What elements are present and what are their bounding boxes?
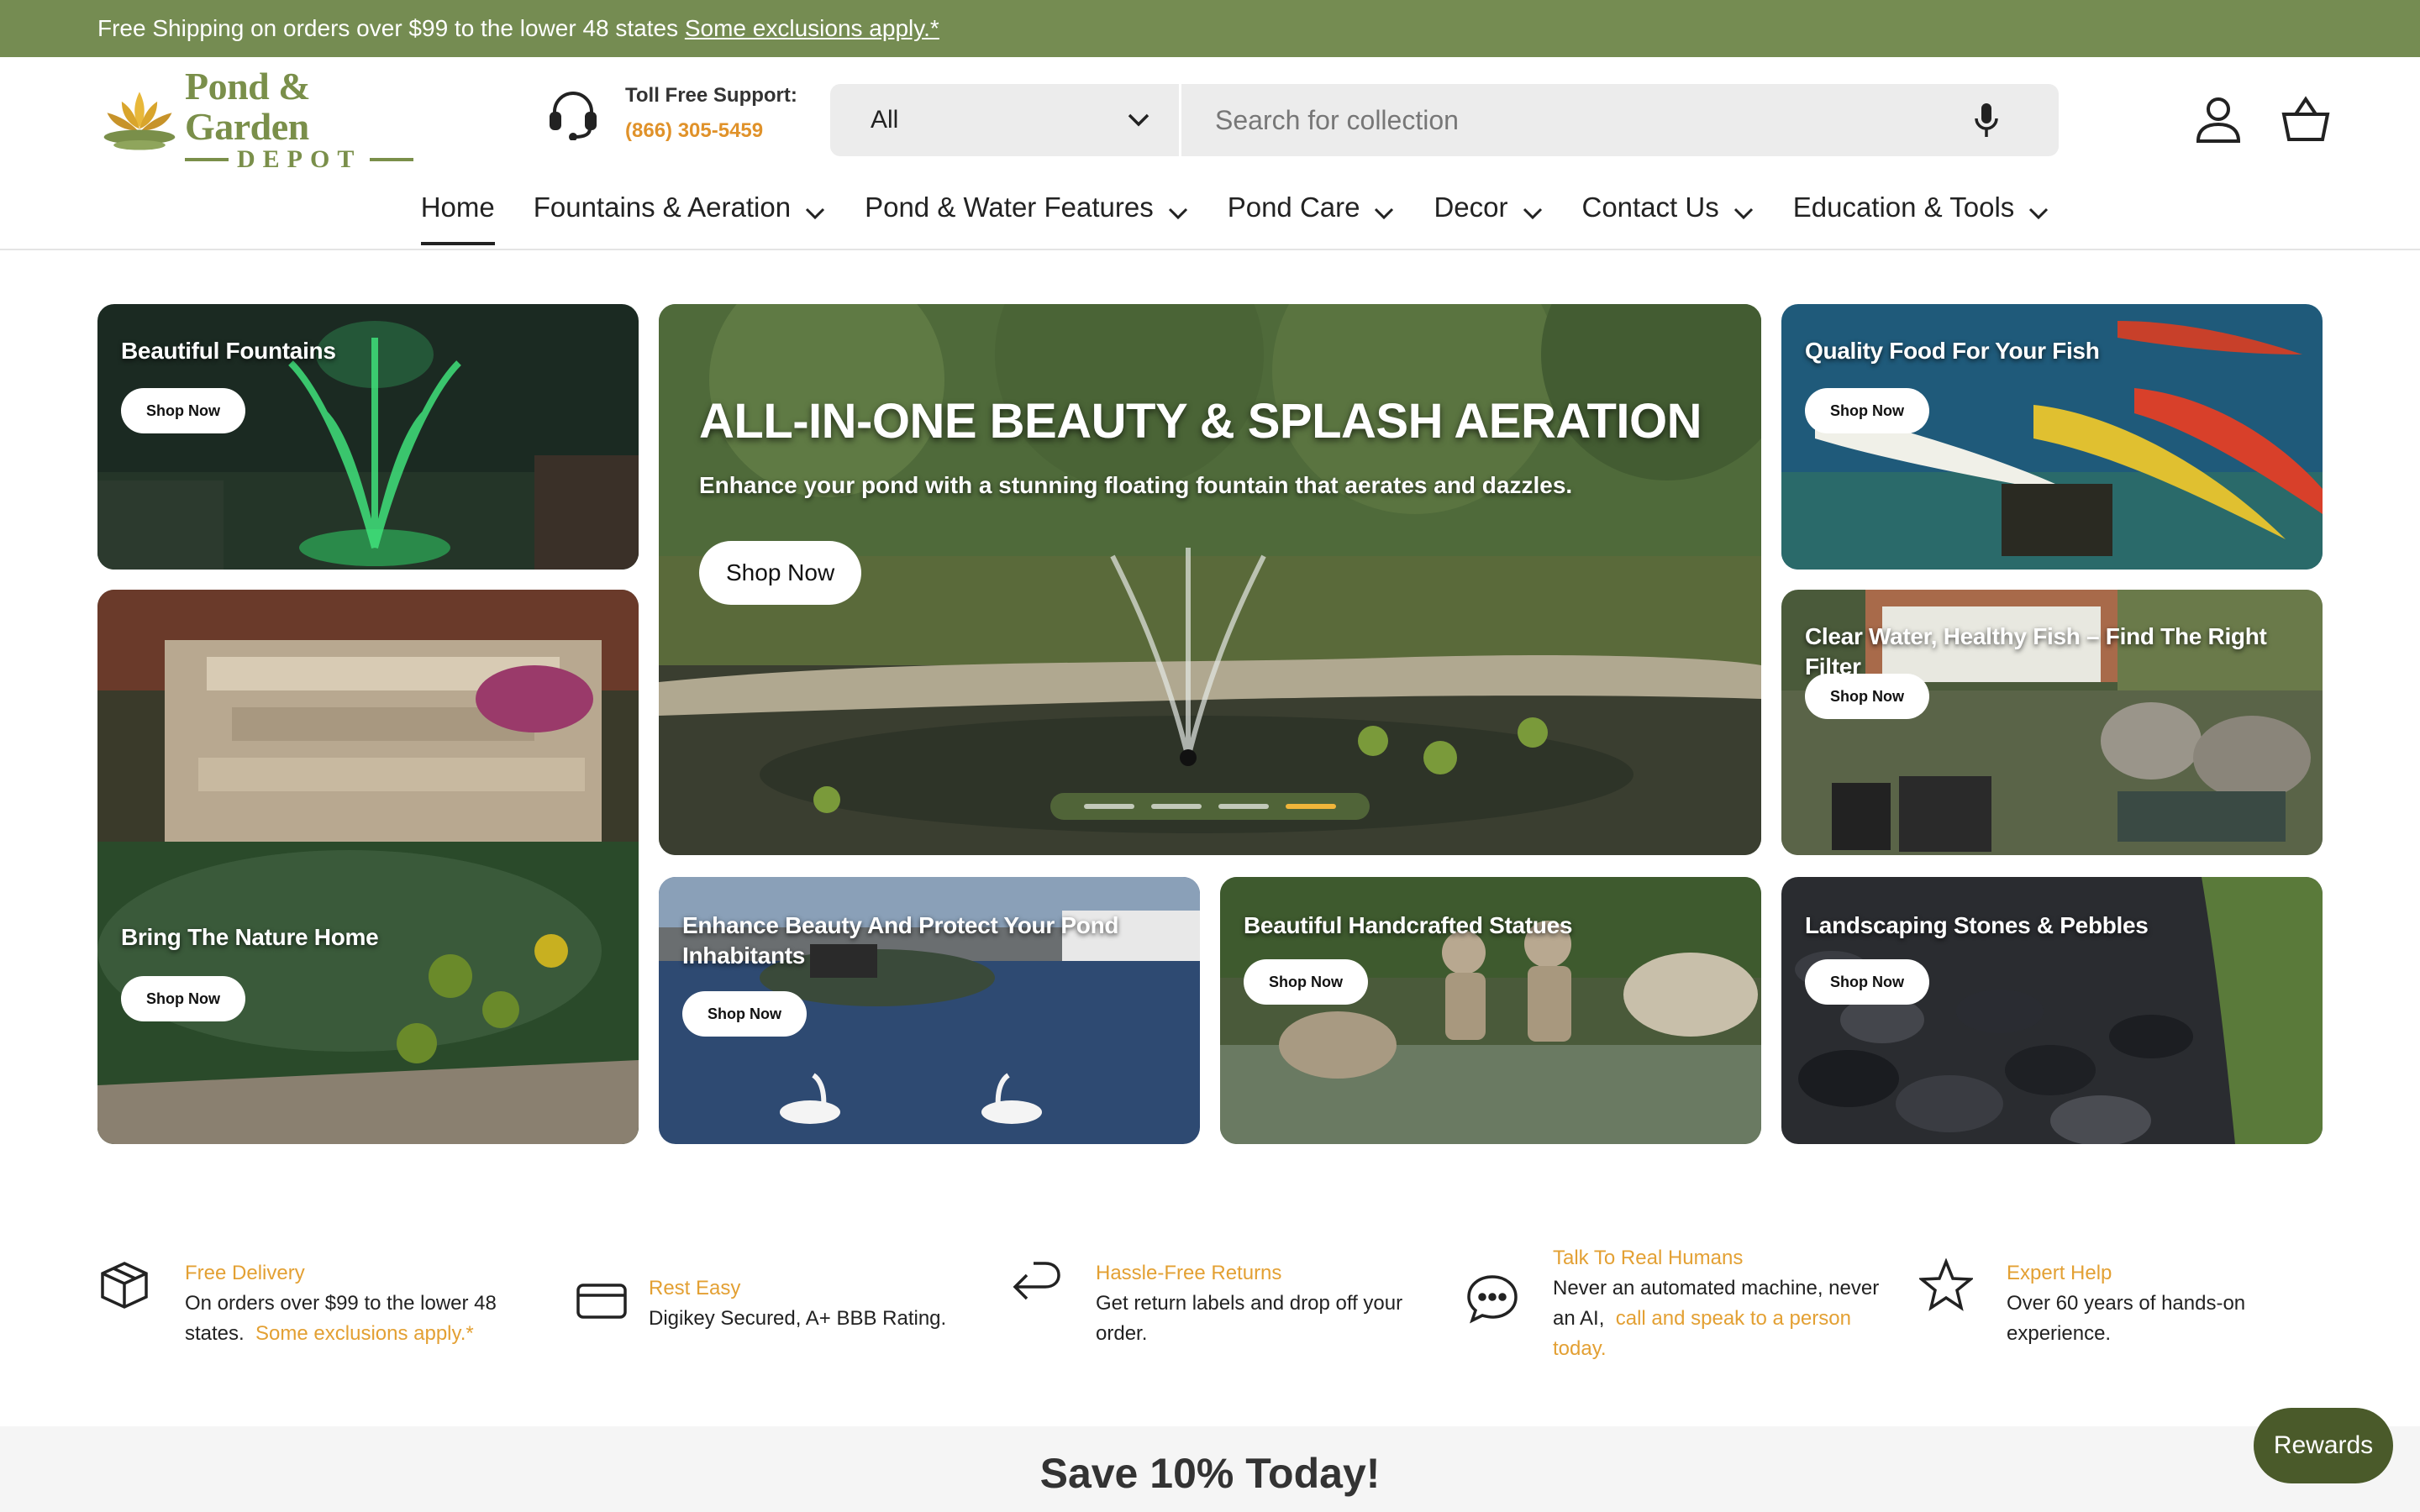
box-icon: [101, 1262, 148, 1309]
nav-fountains-aeration[interactable]: Fountains & Aeration: [534, 192, 826, 250]
carousel-dot[interactable]: [1084, 804, 1134, 809]
nav-pond-care[interactable]: Pond Care: [1228, 192, 1396, 250]
chat-bubble-icon: [1467, 1275, 1518, 1324]
nav-education-tools[interactable]: Education & Tools: [1793, 192, 2050, 250]
account-icon[interactable]: [2195, 96, 2242, 143]
feature-description: Never an automated machine, never: [1553, 1277, 1880, 1299]
chevron-down-icon: [1523, 207, 1542, 220]
nav-contact-us[interactable]: Contact Us: [1582, 192, 1754, 250]
feature-title: Hassle-Free Returns: [1096, 1262, 1282, 1284]
feature-talk-to-humans: Talk To Real Humans Never an automated m…: [1465, 1243, 1879, 1364]
shop-now-button[interactable]: Shop Now: [1805, 388, 1929, 433]
carousel-dot-active[interactable]: [1286, 804, 1336, 809]
feature-description: an AI, call and speak to a person: [1553, 1307, 1851, 1330]
feature-title: Expert Help: [2007, 1262, 2112, 1284]
feature-description: states. Some exclusions apply.*: [185, 1322, 474, 1345]
site-logo[interactable]: Pond & Garden DEPOT: [97, 66, 434, 172]
tile-title: Beautiful Handcrafted Statues: [1244, 912, 1573, 938]
nav-pond-water-features[interactable]: Pond & Water Features: [865, 192, 1189, 250]
tile-title: Landscaping Stones & Pebbles: [1805, 912, 2149, 938]
nav-decor[interactable]: Decor: [1434, 192, 1543, 250]
feature-free-delivery: Free Delivery On orders over $99 to the …: [97, 1258, 497, 1349]
lotus-logo-icon: [103, 92, 176, 150]
call-person-link[interactable]: today.: [1553, 1337, 1607, 1360]
star-icon: [1919, 1258, 1973, 1311]
chevron-down-icon: [806, 207, 825, 220]
tile-handcrafted-statues[interactable]: Beautiful Handcrafted Statues Shop Now: [1220, 877, 1761, 1144]
feature-title: Rest Easy: [649, 1277, 741, 1299]
tile-beautiful-fountains[interactable]: Beautiful Fountains Shop Now: [97, 304, 639, 570]
rewards-button[interactable]: Rewards: [2254, 1408, 2393, 1483]
shop-now-button[interactable]: Shop Now: [121, 388, 245, 433]
announcement-bar: Free Shipping on orders over $99 to the …: [0, 0, 2420, 57]
feature-description: On orders over $99 to the lower 48: [185, 1292, 497, 1315]
promo-text: Save 10% Today!: [1039, 1450, 1381, 1497]
shop-now-button[interactable]: Shop Now: [1805, 674, 1929, 719]
return-arrow-icon: [1013, 1262, 1060, 1300]
feature-description: Digikey Secured, A+ BBB Rating.: [649, 1307, 947, 1330]
feature-expert-help: Expert Help Over 60 years of hands-on ex…: [1919, 1258, 2245, 1349]
carousel-dots: [1050, 793, 1370, 820]
hero-title: ALL-IN-ONE BEAUTY & SPLASH AERATION: [699, 394, 1702, 449]
shop-now-button[interactable]: Shop Now: [1805, 959, 1929, 1005]
support-phone-link[interactable]: (866) 305-5459: [625, 119, 797, 143]
support-label: Toll Free Support:: [625, 84, 797, 107]
search-bar: All: [830, 84, 2059, 156]
hero-banner[interactable]: ALL-IN-ONE BEAUTY & SPLASH AERATION Enha…: [659, 304, 1761, 855]
tile-title: Quality Food For Your Fish: [1805, 338, 2100, 364]
pond-waterfall-image: [97, 590, 639, 1144]
tile-title: Enhance Beauty And Protect Your Pond Inh…: [682, 912, 1119, 969]
microphone-icon[interactable]: [1970, 102, 2003, 139]
exclusions-link[interactable]: Some exclusions apply.*: [255, 1322, 474, 1345]
tile-quality-fish-food[interactable]: Quality Food For Your Fish Shop Now: [1781, 304, 2323, 570]
hero-subtitle: Enhance your pond with a stunning floati…: [699, 472, 1573, 498]
announcement-text: Free Shipping on orders over $99 to the …: [97, 15, 679, 41]
promo-save-bar[interactable]: Save 10% Today!: [0, 1426, 2420, 1512]
chevron-down-icon: [1733, 207, 1753, 220]
search-category-value: All: [871, 106, 899, 134]
feature-description: order.: [1096, 1322, 1148, 1345]
shop-now-button[interactable]: Shop Now: [1244, 959, 1368, 1005]
carousel-dot[interactable]: [1218, 804, 1269, 809]
tile-protect-pond-inhabitants[interactable]: Enhance Beauty And Protect Your Pond Inh…: [659, 877, 1200, 1144]
search-category-select[interactable]: All: [830, 84, 1181, 156]
exclusions-link[interactable]: Some exclusions apply.*: [685, 15, 939, 41]
feature-title: Talk To Real Humans: [1553, 1247, 1744, 1269]
chevron-down-icon: [2029, 207, 2049, 220]
features-row: Free Delivery On orders over $99 to the …: [0, 1243, 2420, 1378]
feature-description: today.: [1553, 1334, 1879, 1364]
tile-title: Beautiful Fountains: [121, 338, 336, 364]
nav-home[interactable]: Home: [420, 192, 495, 250]
feature-description: Over 60 years of hands-on: [2007, 1292, 2246, 1315]
feature-title: Free Delivery: [185, 1262, 305, 1284]
credit-card-icon: [576, 1284, 627, 1319]
feature-rest-easy: Rest Easy Digikey Secured, A+ BBB Rating…: [575, 1273, 946, 1334]
cart-basket-icon[interactable]: [2281, 96, 2331, 143]
tile-title: Bring The Nature Home: [121, 924, 379, 950]
shop-now-button[interactable]: Shop Now: [682, 991, 807, 1037]
chevron-down-icon: [1375, 207, 1394, 220]
feature-description: experience.: [2007, 1322, 2112, 1345]
feature-hassle-free-returns: Hassle-Free Returns Get return labels an…: [1008, 1258, 1402, 1349]
headset-icon: [550, 92, 597, 140]
main-nav: Home Fountains & Aeration Pond & Water F…: [0, 192, 2420, 250]
call-person-link[interactable]: call and speak to a person: [1616, 1307, 1851, 1330]
tile-bring-nature-home[interactable]: Bring The Nature Home Shop Now: [97, 590, 639, 1144]
search-input[interactable]: [1181, 84, 1970, 156]
logo-title: Pond & Garden: [184, 65, 311, 148]
feature-description: Get return labels and drop off your: [1096, 1292, 1403, 1315]
chevron-down-icon: [1168, 207, 1187, 220]
hero-shop-now-button[interactable]: Shop Now: [699, 541, 862, 605]
chevron-down-icon: [1128, 113, 1150, 127]
toll-free-support: Toll Free Support: (866) 305-5459: [546, 84, 797, 143]
logo-subtitle: DEPOT: [184, 147, 434, 172]
carousel-dot[interactable]: [1151, 804, 1202, 809]
tile-find-right-filter[interactable]: Clear Water, Healthy Fish – Find The Rig…: [1781, 590, 2323, 855]
shop-now-button[interactable]: Shop Now: [121, 976, 245, 1021]
tile-landscaping-stones[interactable]: Landscaping Stones & Pebbles Shop Now: [1781, 877, 2323, 1144]
